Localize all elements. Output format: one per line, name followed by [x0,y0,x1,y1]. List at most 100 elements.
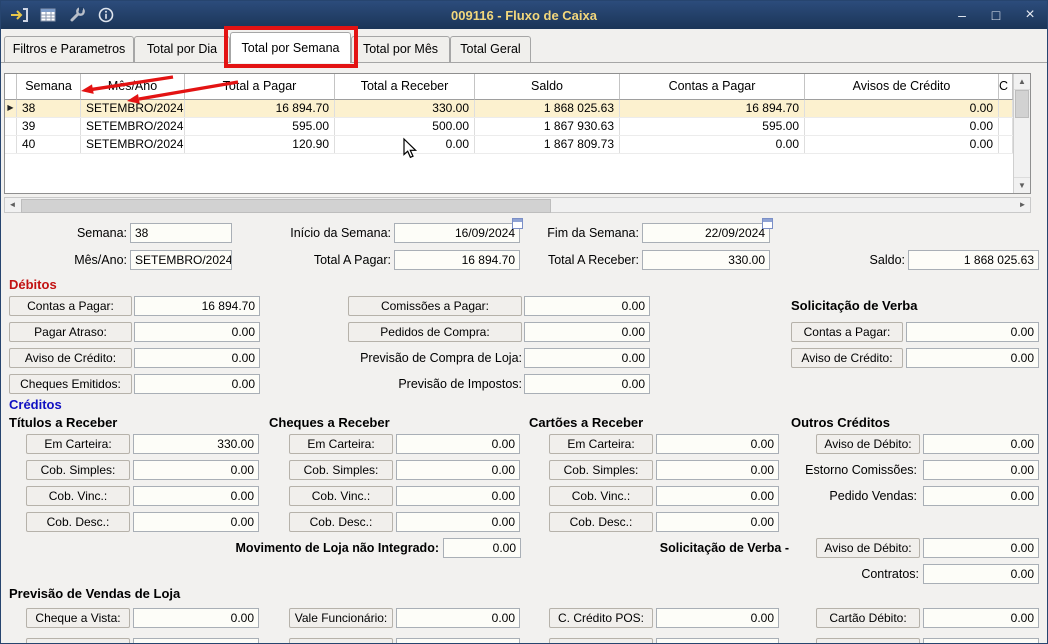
movimento-loja-field[interactable]: 0.00 [443,538,521,558]
total-a-receber-field[interactable]: 330.00 [642,250,770,270]
col-header-total-a-pagar[interactable]: Total a Pagar [185,74,335,100]
verba-aviso-credito-field[interactable]: 0.00 [906,348,1039,368]
cartao-debito-field[interactable]: 0.00 [923,608,1039,628]
cell-avisos-de-credito: 0.00 [805,136,999,153]
app-window: 009116 - Fluxo de Caixa – □ × Filtros e … [0,0,1048,644]
verba-contas-a-pagar-field[interactable]: 0.00 [906,322,1039,342]
cheque-a-vista-field[interactable]: 0.00 [133,608,259,628]
horizontal-scroll-thumb[interactable] [21,199,551,213]
grid-row-40[interactable]: 40 SETEMBRO/2024 120.90 0.00 1 867 809.7… [5,136,1030,154]
cell-total-a-receber: 500.00 [335,118,475,135]
tab-total-por-semana[interactable]: Total por Semana [230,32,351,63]
previsao-compra-loja-field[interactable]: 0.00 [524,348,650,368]
horizontal-scrollbar[interactable]: ◄ ► [4,197,1031,213]
g1-cob-desc-field[interactable]: 0.00 [133,512,259,532]
g3-cob-simples-field[interactable]: 0.00 [656,460,779,480]
table-grid-icon[interactable] [38,6,58,24]
g4-estorno-comissoes-label: Estorno Comissões: [805,463,917,477]
scroll-up-icon[interactable]: ▲ [1014,74,1030,90]
contas-a-pagar-field[interactable]: 16 894.70 [134,296,260,316]
pedidos-de-compra-label: Pedidos de Compra: [348,322,522,342]
tab-total-por-mes[interactable]: Total por Mês [351,36,450,62]
weeks-grid: Semana Mês/Ano Total a Pagar Total a Rec… [4,73,1031,194]
g1-em-carteira-field[interactable]: 330.00 [133,434,259,454]
verba-contas-a-pagar-label: Contas a Pagar: [791,322,903,342]
col-header-mes-ano[interactable]: Mês/Ano [81,74,185,100]
g4-estorno-comissoes-field[interactable]: 0.00 [923,460,1039,480]
col-header-partial[interactable]: C [999,74,1013,100]
window-controls: – □ × [953,1,1039,29]
tab-filtros-parametros[interactable]: Filtros e Parametros [4,36,134,62]
g2-cob-simples-label: Cob. Simples: [289,460,393,480]
scroll-right-icon[interactable]: ► [1015,198,1030,212]
col-header-total-a-receber[interactable]: Total a Receber [335,74,475,100]
verba2-aviso-debito-label: Aviso de Débito: [816,538,920,558]
mes-ano-field[interactable]: SETEMBRO/2024 [130,250,232,270]
calendar-icon[interactable] [762,218,773,229]
grid-row-39[interactable]: 39 SETEMBRO/2024 595.00 500.00 1 867 930… [5,118,1030,136]
semana-field[interactable]: 38 [130,223,232,243]
minimize-button[interactable]: – [953,1,971,29]
cell-total-a-pagar: 16 894.70 [185,100,335,117]
previsao-impostos-field[interactable]: 0.00 [524,374,650,394]
tab-total-geral[interactable]: Total Geral [450,36,531,62]
pagar-atraso-field[interactable]: 0.00 [134,322,260,342]
calendar-icon[interactable] [512,218,523,229]
aviso-de-credito-label: Aviso de Crédito: [9,348,132,368]
g3-em-carteira-field[interactable]: 0.00 [656,434,779,454]
g1-cob-simples-field[interactable]: 0.00 [133,460,259,480]
col-header-avisos-de-credito[interactable]: Avisos de Crédito [805,74,999,100]
window-title: 009116 - Fluxo de Caixa [451,7,597,23]
total-a-pagar-field[interactable]: 16 894.70 [394,250,520,270]
scroll-down-icon[interactable]: ▼ [1014,177,1030,193]
cell-contas-a-pagar: 0.00 [620,136,805,153]
c-credito-pos-label: C. Crédito POS: [549,608,653,628]
maximize-button[interactable]: □ [987,1,1005,29]
g4-aviso-debito-field[interactable]: 0.00 [923,434,1039,454]
pedidos-de-compra-field[interactable]: 0.00 [524,322,650,342]
vale-funcionario-field[interactable]: 0.00 [396,608,520,628]
vertical-scrollbar[interactable]: ▲ ▼ [1013,74,1030,193]
col-header-semana[interactable]: Semana [17,74,81,100]
cutoff-field[interactable] [923,638,1039,643]
close-button[interactable]: × [1021,1,1039,29]
contratos-field[interactable]: 0.00 [923,564,1039,584]
g2-em-carteira-field[interactable]: 0.00 [396,434,520,454]
wrench-icon[interactable] [67,6,87,24]
cell-mes-ano: SETEMBRO/2024 [81,100,185,117]
grid-row-38[interactable]: ▶ 38 SETEMBRO/2024 16 894.70 330.00 1 86… [5,100,1030,118]
cheques-emitidos-field[interactable]: 0.00 [134,374,260,394]
cutoff-field[interactable] [133,638,259,643]
saldo-field[interactable]: 1 868 025.63 [908,250,1039,270]
row-marker [5,118,17,135]
g2-cob-desc-field[interactable]: 0.00 [396,512,520,532]
g4-pedido-vendas-field[interactable]: 0.00 [923,486,1039,506]
tab-total-por-dia[interactable]: Total por Dia [134,36,230,62]
g4-aviso-debito-label: Aviso de Débito: [816,434,920,454]
previsao-compra-loja-label: Previsão de Compra de Loja: [360,351,522,365]
g3-cob-vinc-field[interactable]: 0.00 [656,486,779,506]
aviso-de-credito-field[interactable]: 0.00 [134,348,260,368]
fim-semana-field[interactable]: 22/09/2024 [642,223,770,243]
cell-total-a-receber: 0.00 [335,136,475,153]
cutoff-field[interactable] [396,638,520,643]
col-header-saldo[interactable]: Saldo [475,74,620,100]
g1-cob-vinc-field[interactable]: 0.00 [133,486,259,506]
exit-icon[interactable] [9,6,29,24]
cell-mes-ano: SETEMBRO/2024 [81,136,185,153]
cell-partial [999,136,1013,153]
scroll-left-icon[interactable]: ◄ [5,198,20,212]
g2-cob-simples-field[interactable]: 0.00 [396,460,520,480]
col-header-contas-a-pagar[interactable]: Contas a Pagar [620,74,805,100]
verba2-aviso-debito-field[interactable]: 0.00 [923,538,1039,558]
g3-cob-desc-field[interactable]: 0.00 [656,512,779,532]
g2-cob-vinc-field[interactable]: 0.00 [396,486,520,506]
info-icon[interactable] [96,6,116,24]
cell-avisos-de-credito: 0.00 [805,118,999,135]
inicio-semana-field[interactable]: 16/09/2024 [394,223,520,243]
comissoes-a-pagar-field[interactable]: 0.00 [524,296,650,316]
total-a-receber-label: Total A Receber: [547,253,639,267]
vertical-scroll-thumb[interactable] [1015,90,1029,118]
cutoff-field[interactable] [656,638,779,643]
c-credito-pos-field[interactable]: 0.00 [656,608,779,628]
